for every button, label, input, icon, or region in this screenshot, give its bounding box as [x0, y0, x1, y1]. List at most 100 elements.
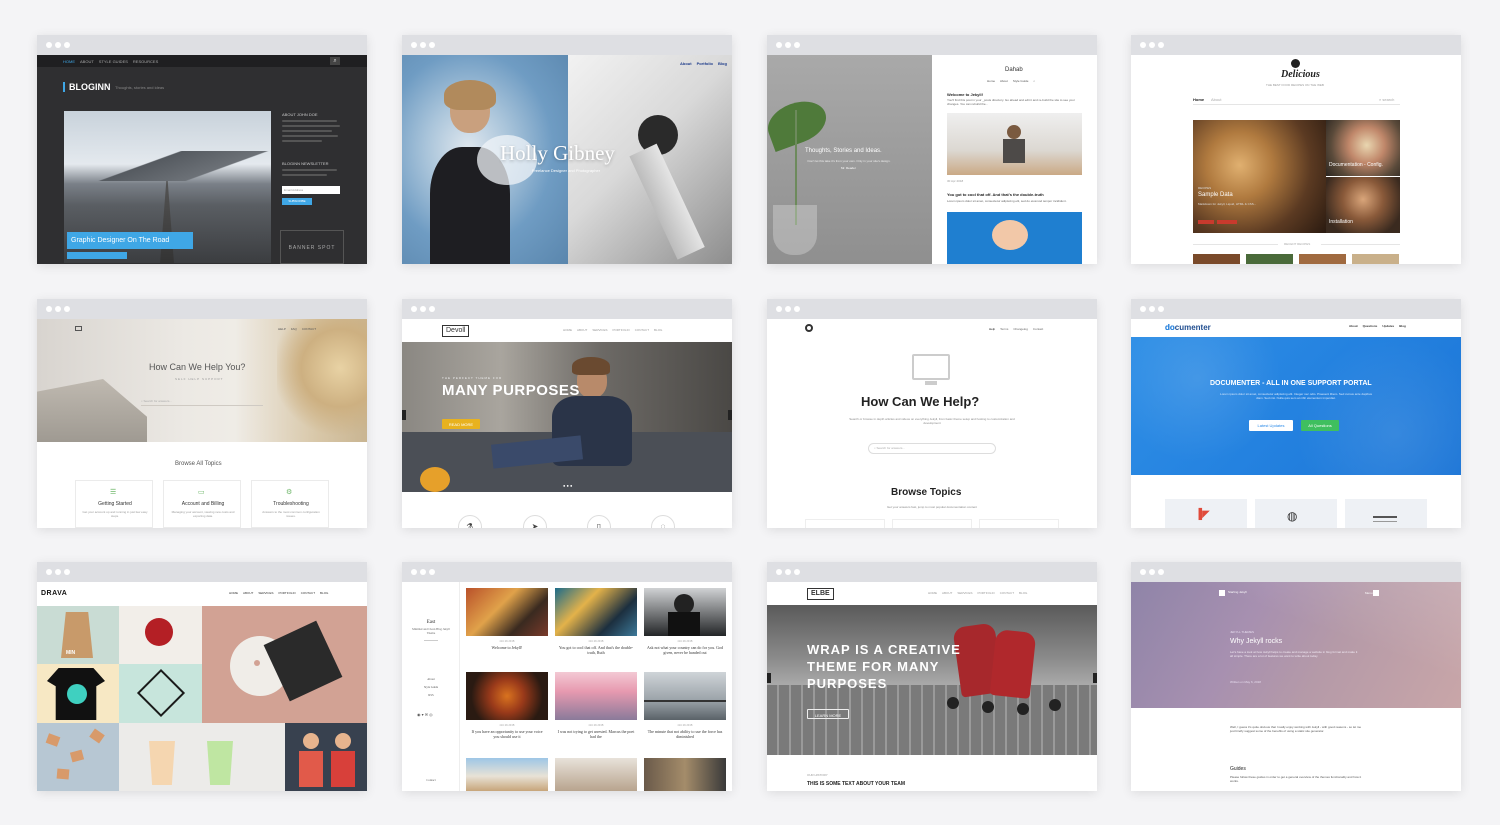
- portfolio-tile[interactable]: [119, 723, 285, 791]
- theme-card-help-center[interactable]: HELP FAQ CONTACT How Can We Help You? SELF…: [37, 299, 367, 528]
- theme-card-lens[interactable]: Starting Jekyll Menu JEKYLL THEMES Why J…: [1131, 562, 1461, 791]
- search-icon[interactable]: ⌕: [330, 57, 340, 65]
- search-input[interactable]: ⌕ Search for answers...: [868, 443, 996, 454]
- post-title[interactable]: I was not trying to get arrested. Marcus…: [557, 729, 635, 739]
- post-thumbnail[interactable]: [466, 672, 548, 720]
- post-category: JEKYLL THEMES: [1230, 630, 1255, 634]
- main-nav[interactable]: HOME ABOUT SERVICES PORTFOLIO CONTACT BLOG: [229, 591, 328, 595]
- top-nav[interactable]: About Portfolio Blog: [680, 61, 727, 66]
- post-title[interactable]: You got to cool that off. And that's the…: [947, 192, 1044, 197]
- portfolio-tile[interactable]: [285, 723, 367, 791]
- tile-label: MIN: [66, 650, 76, 656]
- brand[interactable]: Starting Jekyll: [1228, 590, 1247, 594]
- theme-card-elbe[interactable]: ELBE HOME ABOUT SERVICES PORTFOLIO CONTACT BL…: [767, 562, 1097, 791]
- site-logo[interactable]: BLOGINN: [69, 82, 111, 92]
- footer-link[interactable]: Contact: [402, 778, 460, 782]
- top-nav[interactable]: Help Terms Changelog Contact: [989, 327, 1043, 331]
- brand[interactable]: Dahab: [1005, 67, 1023, 73]
- featured-post[interactable]: RECIPES Sample Data Markdown for Jekyll,…: [1193, 120, 1326, 233]
- portfolio-tile[interactable]: [37, 723, 119, 791]
- subscribe-button[interactable]: SUBSCRIBE: [282, 198, 312, 205]
- post-title[interactable]: If you have an opportunity to use your v…: [468, 729, 546, 739]
- brand[interactable]: Delicious: [1281, 69, 1320, 80]
- menu-button[interactable]: Menu: [1365, 590, 1380, 596]
- nav-item[interactable]: HOME ABOUT STYLE GUIDES RESOURCES: [63, 59, 158, 64]
- sidebar-link[interactable]: About: [402, 677, 460, 681]
- post-card[interactable]: Installation: [1326, 177, 1400, 233]
- post-thumbnail[interactable]: [644, 588, 726, 636]
- hero-slider[interactable]: [402, 342, 732, 492]
- chat-icon[interactable]: ◌: [651, 515, 675, 528]
- post-title[interactable]: Ask not what your country can do for you…: [646, 645, 724, 655]
- feature-card[interactable]: [1345, 499, 1427, 528]
- top-nav[interactable]: About Questions Updates Blog: [1349, 324, 1406, 328]
- brand[interactable]: ELBE: [807, 588, 834, 600]
- browser-chrome: [1131, 35, 1461, 55]
- top-nav[interactable]: HELP FAQ CONTACT: [278, 327, 316, 331]
- search-input[interactable]: ⌕ Search for answers...: [141, 397, 263, 406]
- topic-card[interactable]: ⚙ Troubleshooting Answers to the most co…: [251, 480, 329, 528]
- post-title[interactable]: You got to cool that off. And that's the…: [557, 645, 635, 655]
- hero-cta-button[interactable]: LEARN MORE: [807, 709, 849, 719]
- theme-card-bloginn[interactable]: HOME ABOUT STYLE GUIDES RESOURCES ⌕ BLOGINN…: [37, 35, 367, 264]
- banner-spot[interactable]: BANNER SPOT: [280, 230, 344, 264]
- topic-card[interactable]: ☰ Getting Started Get your account up an…: [75, 480, 153, 528]
- brand[interactable]: Devoll: [442, 325, 470, 337]
- all-questions-button[interactable]: All Questions: [1301, 420, 1339, 431]
- logo-icon[interactable]: [805, 324, 813, 332]
- mobile-icon[interactable]: ▯: [587, 515, 611, 528]
- sidebar-image: Thoughts, Stories and Ideas. Don't let t…: [767, 55, 932, 264]
- hero-cta-button[interactable]: READ MORE: [442, 419, 480, 429]
- theme-card-drava[interactable]: DRAVA HOME ABOUT SERVICES PORTFOLIO CONTACT B…: [37, 562, 367, 791]
- social-icons[interactable]: ◉ ▾ ✉ ◎: [417, 712, 433, 717]
- theme-card-east[interactable]: East Minimal and Clean Blog Jekyll Theme…: [402, 562, 732, 791]
- feature-card[interactable]: ◍: [1255, 499, 1337, 528]
- post-thumbnail[interactable]: [555, 672, 637, 720]
- brand[interactable]: DRAVA: [41, 590, 67, 597]
- post-thumbnail[interactable]: [555, 588, 637, 636]
- sidebar-text: Don't let this take it's from your own. …: [807, 159, 891, 163]
- theme-card-delicious[interactable]: Delicious THE BEST FOOD RECIPES ON THE W…: [1131, 35, 1461, 264]
- search-field[interactable]: ⌕ search: [1379, 97, 1394, 102]
- post-thumbnail[interactable]: [644, 672, 726, 720]
- portfolio-tile[interactable]: MIN: [37, 606, 119, 664]
- post-title[interactable]: Welcome to Jekyll!: [466, 645, 548, 650]
- post-card[interactable]: Documentation - Config.: [1326, 120, 1400, 176]
- theme-card-help-docs[interactable]: Help Terms Changelog Contact How Can We Hel…: [767, 299, 1097, 528]
- post-title[interactable]: Welcome to Jekyll!: [947, 92, 983, 97]
- feature-card[interactable]: ▐◤: [1165, 499, 1247, 528]
- post-thumbnail[interactable]: [555, 758, 637, 791]
- window-dot: [1149, 569, 1155, 575]
- sidebar-link[interactable]: Style Guide: [402, 685, 460, 689]
- latest-updates-button[interactable]: Latest Updates: [1249, 420, 1293, 431]
- nav[interactable]: Home About Style Guide ⌕: [987, 79, 1035, 83]
- tab-about[interactable]: About: [1211, 97, 1221, 102]
- portfolio-tile[interactable]: [37, 664, 119, 723]
- post-title[interactable]: The minute that not ability to use the f…: [646, 729, 724, 739]
- main-nav[interactable]: HOME ABOUT SERVICES PORTFOLIO CONTACT BLOG: [563, 328, 662, 332]
- portfolio-tile[interactable]: [202, 606, 367, 723]
- slider-dots[interactable]: ● ● ●: [563, 483, 572, 488]
- newsletter-email-input[interactable]: Email Address: [282, 186, 340, 194]
- brand[interactable]: East: [402, 620, 460, 625]
- post-image[interactable]: [947, 212, 1082, 264]
- logo-icon[interactable]: [75, 326, 82, 331]
- theme-card-holly-gibney[interactable]: About Portfolio Blog Holly Gibney Freelanc…: [402, 35, 732, 264]
- tab-home[interactable]: Home: [1193, 97, 1204, 102]
- portfolio-tile[interactable]: [119, 606, 202, 664]
- feature-title[interactable]: Graphic Designer On The Road: [67, 232, 193, 249]
- theme-card-dahab[interactable]: Thoughts, Stories and Ideas. Don't let t…: [767, 35, 1097, 264]
- theme-card-documenter[interactable]: documenter do About Questions Updates Blog …: [1131, 299, 1461, 528]
- post-thumbnail[interactable]: [466, 588, 548, 636]
- portfolio-tile[interactable]: [119, 664, 202, 723]
- post-thumbnail[interactable]: [466, 758, 548, 791]
- topic-card[interactable]: ▭ Account and Billing Managing your acco…: [163, 480, 241, 528]
- post-thumbnail[interactable]: [644, 758, 726, 791]
- flask-icon[interactable]: ⚗: [458, 515, 482, 528]
- sidebar-link[interactable]: RSS: [402, 693, 460, 697]
- theme-card-devoll[interactable]: Devoll HOME ABOUT SERVICES PORTFOLIO CONTACT…: [402, 299, 732, 528]
- sidebar-link[interactable]: Mr. Reader: [841, 166, 856, 170]
- paper-plane-icon[interactable]: ➤: [523, 515, 547, 528]
- post-image[interactable]: [947, 113, 1082, 175]
- main-nav[interactable]: HOME ABOUT SERVICES PORTFOLIO CONTACT BLOG: [928, 591, 1027, 595]
